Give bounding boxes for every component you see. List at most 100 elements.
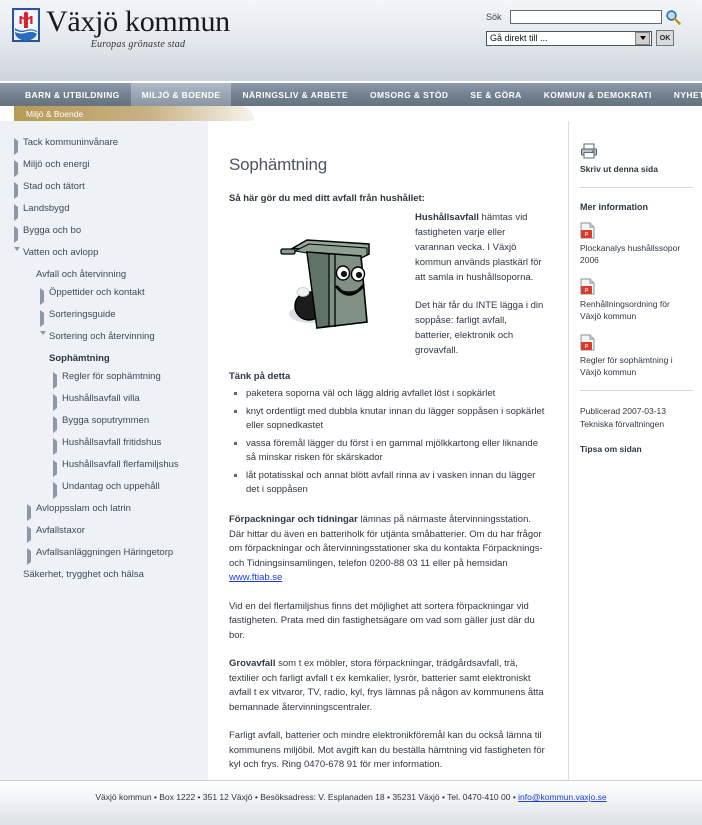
sidebar-item-label: Regler för sophämtning <box>62 370 161 382</box>
pdf-link-label[interactable]: Renhållningsordning för Växjö kommun <box>580 298 693 322</box>
sidebar-item-label: Avfallsanläggningen Häringetorp <box>36 546 174 558</box>
pdf-icon[interactable]: P <box>580 278 595 295</box>
sidebar-item-4[interactable]: Bygga och bo <box>0 221 208 243</box>
nav-item-3[interactable]: OMSORG & STÖD <box>359 83 459 106</box>
pdf-icon[interactable]: P <box>580 334 595 351</box>
nav-item-2[interactable]: NÄRINGSLIV & ARBETE <box>231 83 359 106</box>
chevron-right-icon <box>40 286 49 305</box>
tip-item: paketera soporna väl och lägg aldrig avf… <box>234 387 546 401</box>
print-page-label[interactable]: Skriv ut denna sida <box>580 163 693 175</box>
sidebar-item-label: Avfallstaxor <box>36 524 85 536</box>
nav-item-0[interactable]: BARN & UTBILDNING <box>14 83 131 106</box>
sidebar-item-label: Vatten och avlopp <box>23 246 99 258</box>
sidebar-item-1[interactable]: Miljö och energi <box>0 155 208 177</box>
site-footer: Växjö kommun • Box 1222 • 351 12 Växjö •… <box>0 780 702 825</box>
nav-item-5[interactable]: KOMMUN & DEMOKRATI <box>533 83 663 106</box>
sidebar-item-2[interactable]: Stad och tätort <box>0 177 208 199</box>
printer-icon[interactable] <box>580 143 598 159</box>
footer-text: Växjö kommun • Box 1222 • 351 12 Växjö •… <box>95 792 606 802</box>
pdf-list: P Plockanalys hushållssopor 2006 P Renhålln… <box>580 222 693 378</box>
search-icon[interactable] <box>665 9 681 25</box>
sidebar-item-7[interactable]: Öppettider och kontakt <box>0 283 208 305</box>
site-logo[interactable]: Växjö kommun Europas grönaste stad <box>12 6 230 50</box>
published-date: Publicerad 2007-03-13 <box>580 406 667 416</box>
sidebar-item-13[interactable]: Bygga soputrymmen <box>0 411 208 433</box>
chevron-right-icon <box>27 524 36 543</box>
sidebar-item-label: Sophämtning <box>49 352 110 364</box>
sidebar-item-18[interactable]: Avfallstaxor <box>0 521 208 543</box>
breadcrumb[interactable]: Miljö & Boende <box>14 106 254 121</box>
sidebar-item-5[interactable]: Vatten och avlopp <box>0 243 208 265</box>
sidebar-item-19[interactable]: Avfallsanläggningen Häringetorp <box>0 543 208 565</box>
chevron-right-icon <box>14 158 23 177</box>
main-navigation: BARN & UTBILDNING MILJÖ & BOENDE NÄRINGSLI… <box>0 82 702 106</box>
sidebar-item-3[interactable]: Landsbygd <box>0 199 208 221</box>
sidebar-item-10[interactable]: Sophämtning <box>0 349 208 367</box>
print-page-action[interactable]: Skriv ut denna sida <box>580 143 693 175</box>
sidebar-item-15[interactable]: Hushållsavfall flerfamiljshus <box>0 455 208 477</box>
sidebar-item-11[interactable]: Regler för sophämtning <box>0 367 208 389</box>
pdf-icon[interactable]: P <box>580 222 595 239</box>
pdf-link-label[interactable]: Regler för sophämtning i Växjö kommun <box>580 354 693 378</box>
chevron-down-icon[interactable] <box>635 31 650 45</box>
sidebar-item-label: Avloppsslam och latrin <box>36 502 131 514</box>
sidebar-item-6[interactable]: Avfall och återvinning <box>0 265 208 283</box>
header-search-area: Sök Gå direkt till ... OK <box>486 9 692 46</box>
goto-select[interactable]: Gå direkt till ... <box>486 30 652 46</box>
svg-text:P: P <box>584 288 588 294</box>
intro-paragraph-2: Det här får du INTE lägga i din soppåse:… <box>415 300 544 356</box>
goto-ok-button[interactable]: OK <box>656 30 674 46</box>
sidebar-item-8[interactable]: Sorteringsguide <box>0 305 208 327</box>
intro-bold-lead: Hushållsavfall <box>415 212 479 223</box>
paragraph-flerfamilj: Vid en del flerfamiljshus finns det möjl… <box>229 600 535 641</box>
footer-contact: Växjö kommun • Box 1222 • 351 12 Växjö •… <box>95 792 519 802</box>
chevron-right-icon <box>53 480 62 499</box>
nav-item-4[interactable]: SE & GÖRA <box>459 83 532 106</box>
svg-text:P: P <box>584 232 588 238</box>
sidebar-item-9[interactable]: Sortering och återvinning <box>0 327 208 349</box>
sidebar-item-label: Undantag och uppehåll <box>62 480 160 492</box>
footer-email-link[interactable]: info@kommun.vaxjo.se <box>518 792 606 802</box>
sidebar-item-20[interactable]: Säkerhet, trygghet och hälsa <box>0 565 208 583</box>
published-department: Tekniska förvaltningen <box>580 419 665 429</box>
chevron-right-icon <box>14 202 23 221</box>
chevron-right-icon <box>14 136 23 155</box>
sidebar-item-16[interactable]: Undantag och uppehåll <box>0 477 208 499</box>
sidebar-item-label: Bygga soputrymmen <box>62 414 150 426</box>
logo-tagline: Europas grönaste stad <box>90 39 186 50</box>
nav-item-6[interactable]: NYHETER <box>663 83 702 106</box>
sidebar-item-label: Avfall och återvinning <box>36 268 127 280</box>
pdf-link-label[interactable]: Plockanalys hushållssopor 2006 <box>580 242 693 266</box>
sidebar-item-label: Sortering och återvinning <box>49 330 155 342</box>
sidebar-item-label: Stad och tätort <box>23 180 85 192</box>
sidebar-item-14[interactable]: Hushållsavfall fritidshus <box>0 433 208 455</box>
chevron-right-icon <box>14 180 23 199</box>
page-title: Sophämtning <box>229 155 327 174</box>
ftiab-link[interactable]: www.ftiab.se <box>229 572 282 583</box>
grovavfall-rest: som t ex möbler, stora förpackningar, tr… <box>229 658 544 713</box>
pdf-link-1[interactable]: P Renhållningsordning för Växjö kommun <box>580 278 693 322</box>
search-label: Sök <box>486 12 502 22</box>
chevron-right-icon <box>40 308 49 327</box>
sidebar-item-label: Bygga och bo <box>23 224 82 236</box>
chevron-right-icon <box>27 546 36 565</box>
pdf-link-0[interactable]: P Plockanalys hushållssopor 2006 <box>580 222 693 266</box>
sidebar-item-0[interactable]: Tack kommuninvånare <box>0 133 208 155</box>
wheelie-bin-illustration <box>280 239 370 329</box>
tips-list: paketera soporna väl och lägg aldrig avf… <box>229 387 546 497</box>
nav-item-1[interactable]: MILJÖ & BOENDE <box>130 83 232 106</box>
lead-text: Så här gör du med ditt avfall från hushå… <box>229 193 425 204</box>
sidebar-item-label: Hushållsavfall flerfamiljshus <box>62 458 179 470</box>
logo-wordmark: Växjö kommun <box>46 5 230 38</box>
page-root: Växjö kommun Europas grönaste stad Sök G… <box>0 0 702 825</box>
sidebar-item-12[interactable]: Hushållsavfall villa <box>0 389 208 411</box>
search-input[interactable] <box>510 10 662 24</box>
tip-item: låt potatisskal och annat blött avfall r… <box>234 469 546 497</box>
goto-select-value: Gå direkt till ... <box>490 33 548 43</box>
sidebar-item-17[interactable]: Avloppsslam och latrin <box>0 499 208 521</box>
pdf-link-2[interactable]: P Regler för sophämtning i Växjö kommun <box>580 334 693 378</box>
tip-about-page-link[interactable]: Tipsa om sidan <box>580 443 693 455</box>
no-icon <box>14 568 23 572</box>
chevron-right-icon <box>27 502 36 521</box>
sidebar-item-label: Säkerhet, trygghet och hälsa <box>23 568 144 580</box>
